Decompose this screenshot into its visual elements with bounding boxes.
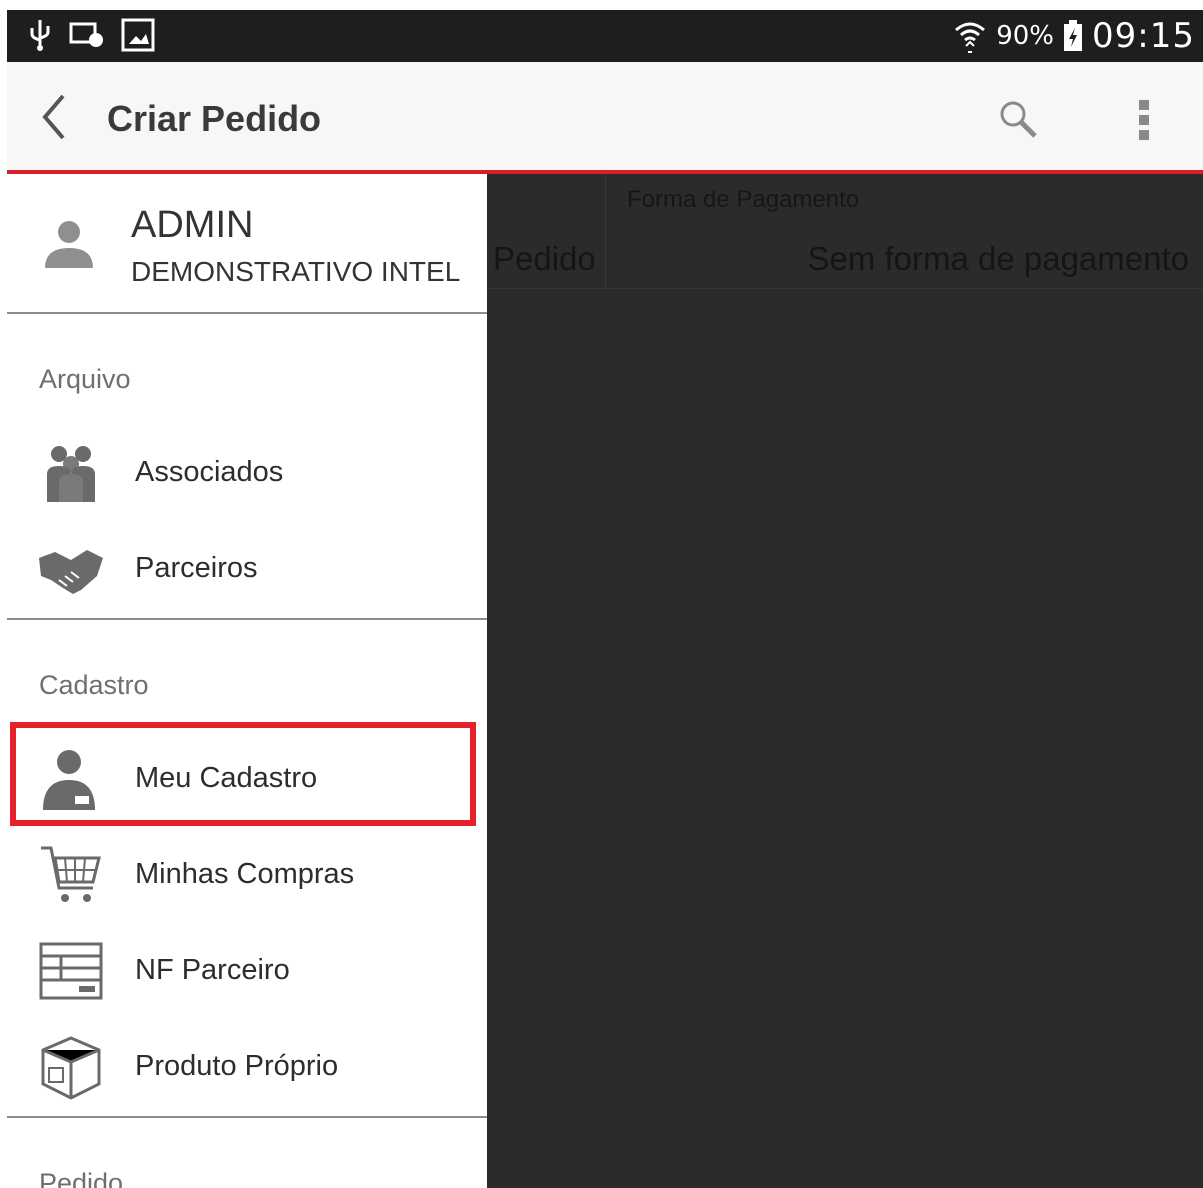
menu-label: Associados (135, 456, 284, 488)
page-title: Criar Pedido (107, 98, 322, 139)
user-name: ADMIN (131, 204, 254, 246)
navigation-drawer: ADMIN DEMONSTRATIVO INTEL Arquivo Associ… (7, 174, 487, 1188)
status-bar-system: 90% 09:15 (952, 16, 1195, 56)
menu-label: Produto Próprio (135, 1050, 339, 1082)
battery-charging-icon (1064, 20, 1083, 51)
user-company: DEMONSTRATIVO INTEL (131, 256, 461, 287)
order-content-overlay[interactable]: Pedido Forma de Pagamento Sem forma de p… (487, 174, 1203, 1188)
payment-method-value: Sem forma de pagamento (807, 240, 1189, 277)
highlight-box (10, 722, 476, 826)
search-icon[interactable] (997, 98, 1039, 140)
order-header-row: Pedido Forma de Pagamento Sem forma de p… (487, 174, 1203, 289)
wifi-icon (955, 22, 986, 53)
status-bar-notifications (27, 18, 155, 52)
section-label-pedido: Pedido (39, 1168, 124, 1188)
overflow-menu-icon[interactable] (1131, 98, 1157, 142)
menu-label: Parceiros (135, 552, 258, 584)
menu-item-minhas-compras[interactable]: Minhas Compras (7, 828, 487, 924)
usb-icon (30, 20, 50, 51)
section-divider (7, 1116, 487, 1118)
shopping-cart-icon (41, 846, 101, 902)
handshake-icon (39, 550, 103, 594)
menu-item-produto-proprio[interactable]: Produto Próprio (7, 1020, 487, 1116)
image-icon (121, 18, 155, 52)
section-label-cadastro: Cadastro (39, 670, 149, 700)
invoice-icon (39, 942, 103, 1000)
menu-item-associados[interactable]: Associados (7, 426, 487, 522)
box-icon (41, 1036, 101, 1100)
back-arrow-icon[interactable] (35, 92, 75, 142)
battery-percent: 90% (996, 21, 1055, 51)
app-bar: Criar Pedido (7, 62, 1203, 174)
user-avatar-icon (45, 221, 93, 268)
group-icon (47, 446, 95, 502)
status-bar: 90% 09:15 (7, 10, 1203, 62)
pedido-column-label: Pedido (493, 240, 596, 277)
cast-icon (69, 22, 103, 47)
section-divider (7, 618, 487, 620)
section-label-arquivo: Arquivo (39, 364, 131, 394)
menu-item-nf-parceiro[interactable]: NF Parceiro (7, 924, 487, 1020)
menu-label: Minhas Compras (135, 858, 355, 890)
status-time: 09:15 (1092, 16, 1195, 56)
menu-item-parceiros[interactable]: Parceiros (7, 522, 487, 618)
column-divider (605, 174, 606, 288)
payment-method-label: Forma de Pagamento (627, 186, 860, 213)
user-header[interactable]: ADMIN DEMONSTRATIVO INTEL (7, 174, 487, 314)
menu-label: NF Parceiro (135, 954, 290, 986)
